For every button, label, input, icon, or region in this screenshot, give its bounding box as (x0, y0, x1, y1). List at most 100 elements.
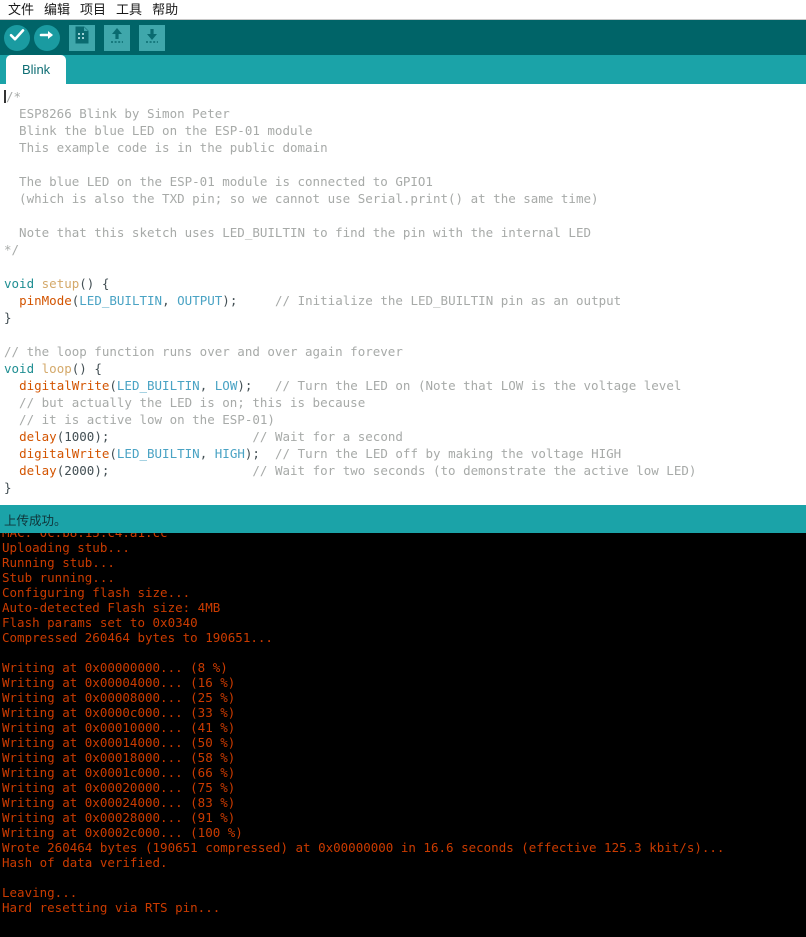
code-editor[interactable]: /* ESP8266 Blink by Simon Peter Blink th… (0, 84, 806, 505)
code-token: This example code is in the public domai… (4, 140, 328, 155)
console-output[interactable]: MAC: 0c:b8:15:c4:a1:ccUploading stub...R… (0, 533, 806, 937)
new-sketch-icon (71, 24, 93, 51)
code-body[interactable]: /* ESP8266 Blink by Simon Peter Blink th… (0, 88, 806, 496)
console-line: Writing at 0x00028000... (91 %) (2, 810, 236, 825)
upload-button[interactable] (34, 22, 60, 53)
code-token: delay (19, 429, 57, 444)
console-line: Running stub... (2, 555, 115, 570)
code-token: // Turn the LED off by making the voltag… (259, 446, 622, 461)
code-token: /* (6, 89, 22, 104)
tab-blink[interactable]: Blink (6, 55, 67, 84)
code-line: void loop() { (4, 360, 806, 377)
console-line: Writing at 0x00018000... (58 %) (2, 750, 236, 765)
menu-edit[interactable]: 编辑 (39, 0, 75, 19)
code-token: ); (244, 446, 260, 461)
console-line: Writing at 0x00000000... (8 %) (2, 660, 228, 675)
code-line: } (4, 479, 806, 496)
code-token: LED_BUILTIN (79, 293, 163, 308)
code-token: // Initialize the LED_BUILTIN pin as an … (237, 293, 622, 308)
console-line: Auto-detected Flash size: 4MB (2, 600, 221, 615)
code-token: setup (41, 276, 80, 291)
console-line: Uploading stub... (2, 540, 130, 555)
menu-sketch[interactable]: 项目 (75, 0, 111, 19)
code-line: // the loop function runs over and over … (4, 343, 806, 360)
code-token: 1000 (64, 429, 95, 444)
status-bar: 上传成功。 (0, 505, 806, 533)
console-line: Compressed 260464 bytes to 190651... (2, 630, 273, 645)
console-line: Configuring flash size... (2, 585, 191, 600)
console-line: Writing at 0x00020000... (75 %) (2, 780, 236, 795)
save-button[interactable] (139, 24, 165, 51)
console-line: Writing at 0x0001c000... (66 %) (2, 765, 236, 780)
code-token: , (162, 293, 178, 308)
save-icon (141, 24, 163, 51)
code-token: The blue LED on the ESP-01 module is con… (4, 174, 433, 189)
code-token: ( (109, 378, 117, 393)
code-token: HIGH (214, 446, 245, 461)
code-token: LOW (214, 378, 238, 393)
code-line: // it is active low on the ESP-01) (4, 411, 806, 428)
code-token: void (4, 276, 35, 291)
console-line: Stub running... (2, 570, 115, 585)
verify-button[interactable] (4, 22, 30, 53)
code-line: Blink the blue LED on the ESP-01 module (4, 122, 806, 139)
code-line: This example code is in the public domai… (4, 139, 806, 156)
menu-file[interactable]: 文件 (3, 0, 39, 19)
code-token: 2000 (64, 463, 95, 478)
code-token: pinMode (19, 293, 72, 308)
code-line: delay(2000); // Wait for two seconds (to… (4, 462, 806, 479)
menu-tools[interactable]: 工具 (111, 0, 147, 19)
code-line: ESP8266 Blink by Simon Peter (4, 105, 806, 122)
menu-bar: 文件 编辑 项目 工具 帮助 (0, 0, 806, 20)
verify-icon (4, 22, 30, 53)
console-line: Hard resetting via RTS pin... (2, 900, 221, 915)
code-token: ESP8266 Blink by Simon Peter (4, 106, 230, 121)
status-message: 上传成功。 (4, 513, 67, 528)
code-line: pinMode(LED_BUILTIN, OUTPUT); // Initial… (4, 292, 806, 309)
code-token: ); (94, 463, 110, 478)
code-line: } (4, 309, 806, 326)
tab-strip: Blink (0, 55, 806, 84)
code-token: , (199, 446, 215, 461)
console-line: Writing at 0x00008000... (25 %) (2, 690, 236, 705)
toolbar (0, 20, 806, 55)
code-line: digitalWrite(LED_BUILTIN, LOW); // Turn … (4, 377, 806, 394)
upload-icon (34, 22, 60, 53)
code-line: ​ (4, 326, 806, 343)
console-line: Writing at 0x0000c000... (33 %) (2, 705, 236, 720)
console-line: Leaving... (2, 885, 78, 900)
console-line: Hash of data verified. (2, 855, 168, 870)
code-line: // but actually the LED is on; this is b… (4, 394, 806, 411)
code-token: ); (94, 429, 110, 444)
open-button[interactable] (104, 24, 130, 51)
code-token: Blink the blue LED on the ESP-01 module (4, 123, 313, 138)
code-token: Note that this sketch uses LED_BUILTIN t… (4, 225, 591, 240)
console-line: MAC: 0c:b8:15:c4:a1:cc (2, 533, 806, 540)
code-line: ​ (4, 156, 806, 173)
new-sketch-button[interactable] (69, 24, 95, 51)
code-token: void (4, 361, 35, 376)
console-line: Writing at 0x0002c000... (100 %) (2, 825, 243, 840)
code-token: LED_BUILTIN (116, 378, 200, 393)
menu-help[interactable]: 帮助 (147, 0, 183, 19)
code-token: } (4, 480, 12, 495)
code-token: loop (41, 361, 72, 376)
tab-label: Blink (22, 62, 51, 77)
console-line: Flash params set to 0x0340 (2, 615, 198, 630)
code-line: */ (4, 241, 806, 258)
code-token: LED_BUILTIN (116, 446, 200, 461)
code-token: () { (79, 276, 110, 291)
code-token: digitalWrite (19, 446, 110, 461)
code-token: ); (222, 293, 238, 308)
code-token: // Wait for two seconds (to demonstrate … (109, 463, 697, 478)
code-line: ​ (4, 207, 806, 224)
